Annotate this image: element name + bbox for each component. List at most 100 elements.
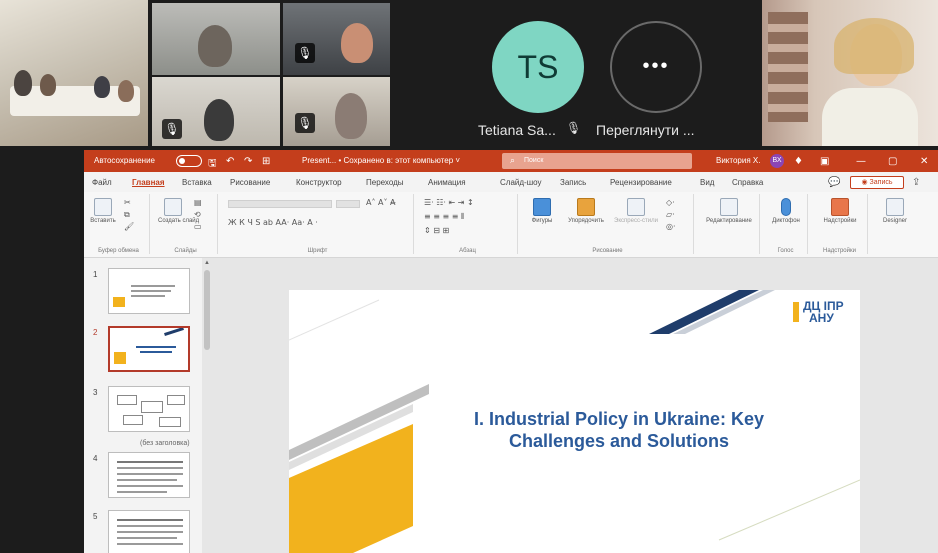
slide-number: 4 (93, 454, 98, 463)
slide-number: 1 (93, 270, 98, 279)
quick-styles-button[interactable]: Экспресс-стили (614, 198, 658, 224)
user-name[interactable]: Виктория Х. (716, 156, 760, 165)
tab-help[interactable]: Справка (732, 178, 763, 187)
tab-record[interactable]: Запись (560, 178, 586, 187)
logo-mark (793, 302, 799, 322)
list-buttons[interactable]: ☰· ☷· ⇤ ⇥ ↕ (424, 198, 474, 207)
minimize-button[interactable]: — (856, 156, 866, 167)
video-tile-meeting-room[interactable] (0, 0, 148, 146)
group-label: Голос (777, 248, 794, 254)
slide-thumbnail-pane: 1 2 3 (без заголовка) 4 5 (84, 258, 202, 553)
tab-slideshow[interactable]: Слайд-шоу (500, 178, 541, 187)
tab-draw[interactable]: Рисование (230, 178, 270, 187)
slide-thumbnail-2[interactable] (108, 326, 190, 372)
mic-muted-icon: 🎙 (162, 119, 182, 139)
align-buttons[interactable]: ≡ ≡ ≡ ≡ ⫴ (424, 212, 464, 222)
title-bar: Автосохранение 🖫 ↶ ↷ ⊞ Present... • Сохр… (84, 150, 938, 172)
video-tile-participant-2[interactable]: 🎙 (283, 3, 390, 75)
video-tile-speaker[interactable] (762, 0, 938, 146)
user-avatar[interactable]: ВХ (770, 154, 784, 168)
ribbon-display-icon[interactable]: ▣ (820, 156, 829, 167)
tab-insert[interactable]: Вставка (182, 178, 212, 187)
new-slide-button[interactable]: Создать слайд (158, 198, 199, 224)
untitled-slide-label: (без заголовка) (140, 440, 190, 447)
slide-thumbnail-3[interactable] (108, 386, 190, 432)
group-label: Шрифт (307, 248, 328, 254)
video-tile-participant-1[interactable] (152, 3, 280, 75)
format-painter-icon[interactable]: 🖌 (124, 222, 134, 231)
font-size-field[interactable] (336, 200, 360, 208)
video-tile-participant-3[interactable]: 🎙 (152, 77, 280, 146)
font-size-buttons[interactable]: A˄ A˅ A̶ (366, 198, 396, 207)
section-icon[interactable]: ▭ (194, 222, 202, 231)
more-participants-button[interactable]: ••• (610, 21, 702, 113)
mic-muted-icon: 🎙 (295, 113, 315, 133)
group-designer: Designer (872, 194, 918, 254)
paste-button[interactable]: Вставить (90, 198, 116, 224)
save-icon[interactable]: 🖫 (208, 156, 217, 173)
group-label: Слайды (174, 248, 197, 254)
group-label: Надстройки (823, 248, 856, 254)
paste-icon (94, 198, 112, 216)
group-editing: Редактирование (698, 194, 760, 254)
group-label: Абзац (459, 248, 476, 254)
file-name[interactable]: Present... • Сохранено в: этот компьютер… (302, 156, 460, 165)
slide-title[interactable]: I. Industrial Policy in Ukraine: Key Cha… (419, 408, 819, 452)
more-participants-label[interactable]: Переглянути ... (596, 122, 695, 138)
shape-outline-icon[interactable]: ▱· (666, 210, 675, 219)
copy-icon[interactable]: ⧉ (124, 210, 130, 220)
font-name-field[interactable] (228, 200, 332, 208)
shapes-button[interactable]: Фигуры (526, 198, 558, 224)
maximize-button[interactable]: ▢ (888, 156, 897, 167)
layout-icon[interactable]: ▤ (194, 198, 202, 207)
participant-avatar-ts[interactable]: TS (492, 21, 584, 113)
tab-design[interactable]: Конструктор (296, 178, 342, 187)
current-slide[interactable]: ДЦ ІПР АНУ I. Industrial Policy in Ukrai… (289, 290, 860, 553)
addins-button[interactable]: Надстройки (816, 198, 864, 224)
tab-view[interactable]: Вид (700, 178, 714, 187)
tab-file[interactable]: Файл (92, 178, 112, 187)
redo-icon[interactable]: ↷ (244, 156, 252, 167)
close-button[interactable]: ✕ (920, 156, 928, 167)
arrange-icon (577, 198, 595, 216)
editing-button[interactable]: Редактирование (700, 198, 758, 224)
cut-icon[interactable]: ✂ (124, 198, 131, 207)
group-slides: Создать слайд ▤ ⟲ ▭ Слайды (154, 194, 218, 254)
tab-review[interactable]: Рецензирование (610, 178, 672, 187)
quick-styles-icon (627, 198, 645, 216)
group-addins: Надстройки Надстройки (812, 194, 868, 254)
editing-icon (720, 198, 738, 216)
presentation-start-icon[interactable]: ⊞ (262, 156, 270, 167)
reset-icon[interactable]: ⟲ (194, 210, 201, 219)
slide-thumbnail-5[interactable] (108, 510, 190, 553)
diamond-icon[interactable]: ♦ (794, 156, 803, 167)
new-slide-icon (164, 198, 182, 216)
slide-title-line-1: I. Industrial Policy in Ukraine: Key (473, 409, 765, 429)
dictate-button[interactable]: Диктофон (766, 198, 806, 224)
autosave-toggle[interactable] (176, 155, 202, 167)
microphone-icon (781, 198, 791, 216)
slide-thumbnail-1[interactable] (108, 268, 190, 314)
spacing-buttons[interactable]: ⇕ ⊟ ⊞ (424, 226, 449, 235)
shape-effects-icon[interactable]: ◎· (666, 222, 676, 231)
search-icon: ⌕ (510, 155, 516, 165)
tab-home[interactable]: Главная (132, 178, 165, 187)
arrange-button[interactable]: Упорядочить (564, 198, 608, 224)
shape-fill-icon[interactable]: ◇· (666, 198, 675, 207)
tab-transitions[interactable]: Переходы (366, 178, 404, 187)
video-tile-participant-4[interactable]: 🎙 (283, 77, 390, 146)
share-icon[interactable]: ⇪ (912, 177, 920, 188)
record-button[interactable]: ◉ Запись (850, 176, 904, 189)
search-box[interactable]: ⌕ Поиск (502, 153, 692, 169)
comments-icon[interactable]: 💬 (828, 177, 840, 188)
tab-animations[interactable]: Анимация (428, 178, 466, 187)
logo-text-bottom: АНУ (809, 311, 834, 325)
thumbnail-scrollbar[interactable]: ▲ (202, 258, 212, 553)
designer-button[interactable]: Designer (876, 198, 914, 224)
designer-icon (886, 198, 904, 216)
slide-thumbnail-4[interactable] (108, 452, 190, 498)
slide-number: 3 (93, 388, 98, 397)
slide-number: 2 (93, 328, 98, 337)
undo-icon[interactable]: ↶ (226, 156, 234, 167)
font-format-buttons[interactable]: Ж К Ч S ab AA· Aa· A · (228, 218, 318, 227)
